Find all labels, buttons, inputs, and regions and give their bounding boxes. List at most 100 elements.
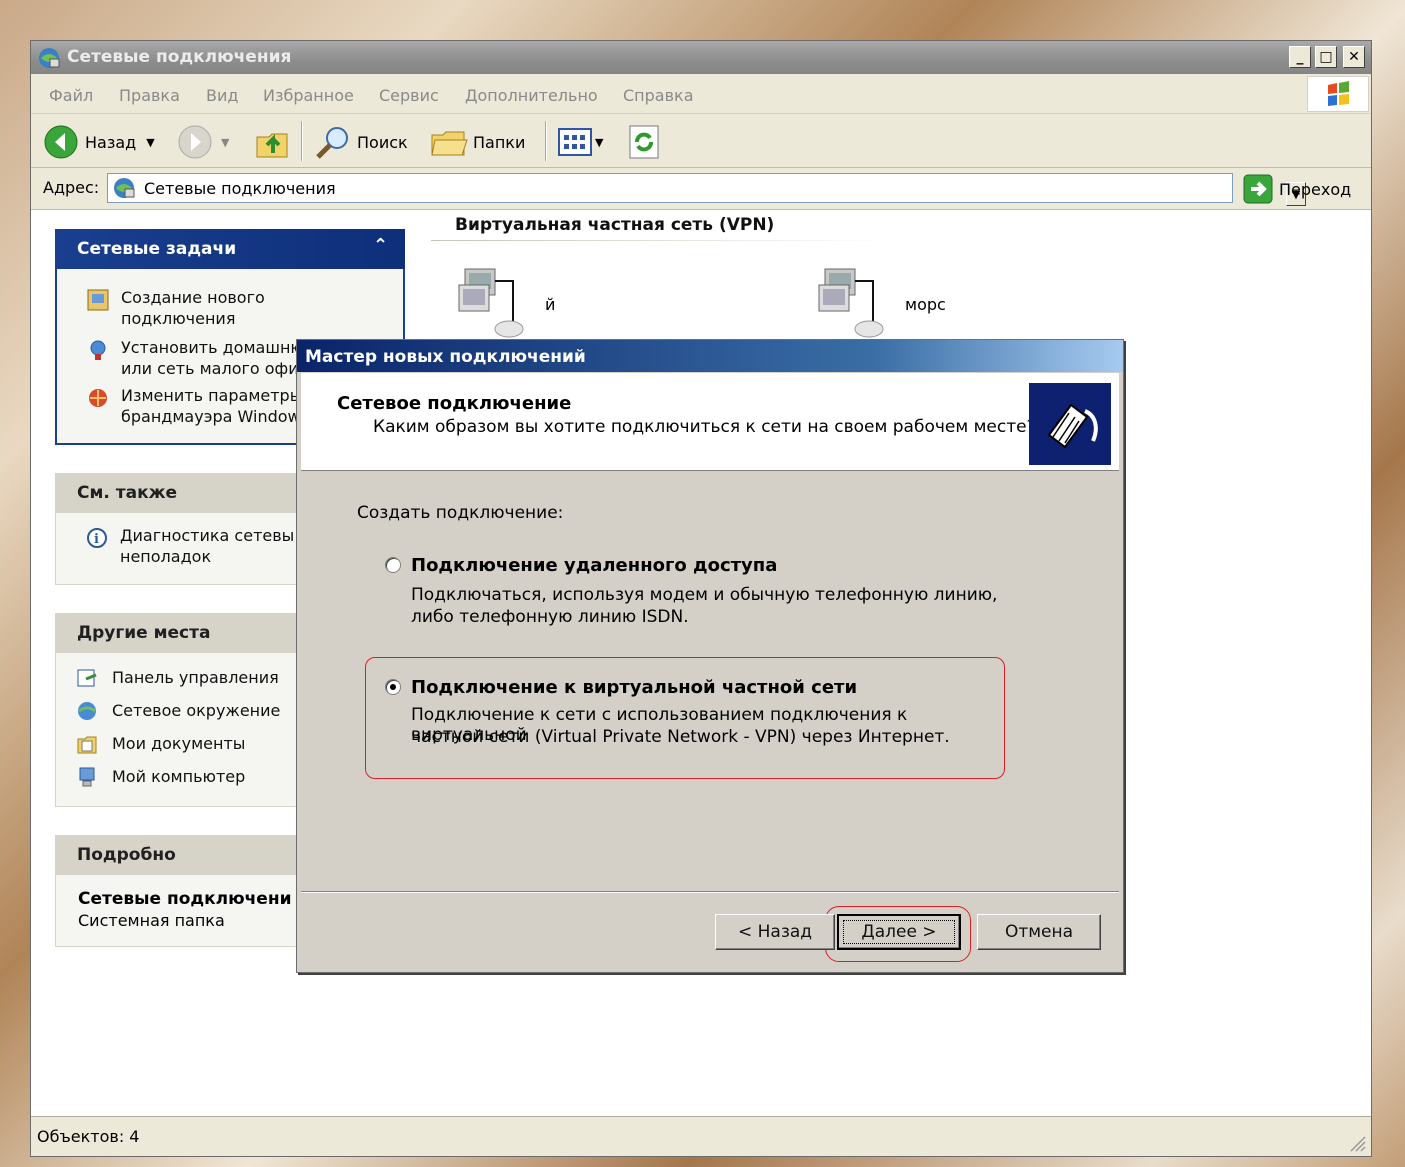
address-value: Сетевые подключения <box>144 179 336 198</box>
task-label: Установить домашню <box>121 338 304 357</box>
wizard-header: Сетевое подключение Каким образом вы хот… <box>301 373 1119 471</box>
maximize-icon: □ <box>1319 49 1333 65</box>
dialup-radio[interactable] <box>385 557 401 573</box>
info-icon: i <box>87 528 107 548</box>
place-network-places[interactable]: Сетевое окружение <box>112 700 280 721</box>
option-vpn[interactable]: Подключение к виртуальной частной сети П… <box>383 677 993 747</box>
home-network-icon <box>90 340 106 360</box>
menu-favorites[interactable]: Избранное <box>263 86 354 105</box>
new-connection-wizard: Мастер новых подключений Сетевое подключ… <box>296 339 1124 973</box>
maximize-button[interactable]: □ <box>1315 46 1337 68</box>
refresh-icon[interactable] <box>627 124 661 160</box>
back-arrow-icon <box>44 125 78 159</box>
option-description: частной сети (Virtual Private Network - … <box>411 727 950 747</box>
wizard-title-bar[interactable]: Мастер новых подключений <box>297 340 1123 372</box>
task-diagnostics[interactable]: Диагностика сетевы неполадок <box>120 525 294 567</box>
cancel-button[interactable]: Отмена <box>977 914 1101 950</box>
create-label: Создать подключение: <box>357 503 564 523</box>
task-firewall[interactable]: Изменить параметры брандмауэра Window <box>121 385 302 427</box>
network-cable-icon <box>1029 383 1111 465</box>
network-places-icon <box>78 702 96 720</box>
menu-advanced[interactable]: Дополнительно <box>465 86 598 105</box>
wizard-body: Создать подключение: Подключение удаленн… <box>301 471 1119 891</box>
search-label: Поиск <box>357 132 408 152</box>
connection-name: морс <box>905 295 946 314</box>
folders-label: Папки <box>473 132 526 152</box>
network-connections-icon <box>39 48 60 68</box>
go-button[interactable]: Переход <box>1243 173 1351 205</box>
collapse-chevron-icon[interactable]: ⌃ <box>373 235 388 256</box>
network-tasks-header[interactable]: Сетевые задачи ⌃ <box>55 229 405 269</box>
details-name: Сетевые подключени <box>78 889 292 909</box>
views-dropdown-icon: ▼ <box>595 135 604 149</box>
svg-text:i: i <box>94 532 99 547</box>
task-home-network[interactable]: Установить домашню или сеть малого офи <box>121 337 304 379</box>
menu-bar: Файл Правка Вид Избранное Сервис Дополни… <box>31 74 1371 114</box>
menu-file[interactable]: Файл <box>49 86 93 105</box>
group-header: Виртуальная частная сеть (VPN) <box>455 215 775 235</box>
task-label: брандмауэра Window <box>121 407 301 426</box>
place-control-panel[interactable]: Панель управления <box>112 667 279 688</box>
option-dialup[interactable]: Подключение удаленного доступа Подключат… <box>383 555 1063 627</box>
place-my-documents[interactable]: Мои документы <box>112 733 245 754</box>
toolbar: Назад ▼ ▼ Поиск Папки ▼ <box>31 114 1371 168</box>
status-text: Объектов: 4 <box>37 1127 140 1146</box>
folders-button[interactable]: Папки <box>429 123 525 161</box>
task-label: или сеть малого офи <box>121 359 299 378</box>
title-bar[interactable]: Сетевые подключения _ □ ✕ <box>31 41 1371 74</box>
menu-help[interactable]: Справка <box>623 86 694 105</box>
wizard-divider <box>301 891 1119 893</box>
task-label: подключения <box>121 309 236 328</box>
toolbar-separator <box>301 121 303 161</box>
connection-item[interactable]: морс <box>815 263 1035 343</box>
network-connections-icon <box>114 178 135 198</box>
views-icon <box>558 128 592 156</box>
views-button[interactable]: ▼ <box>557 125 613 159</box>
vpn-connection-icon <box>818 268 884 338</box>
firewall-icon <box>89 389 107 407</box>
forward-dropdown-icon[interactable]: ▼ <box>221 136 229 149</box>
windows-flag-icon <box>1328 81 1349 106</box>
address-bar: Адрес: Сетевые подключения ▼ Переход <box>31 168 1371 210</box>
control-panel-icon <box>77 669 97 687</box>
back-button-label: < Назад <box>737 922 813 942</box>
task-label: неполадок <box>120 547 212 566</box>
option-description: Подключаться, используя модем и обычную … <box>411 585 998 605</box>
back-button[interactable]: Назад ▼ <box>43 124 158 160</box>
connection-item[interactable]: й <box>455 263 675 343</box>
minimize-button[interactable]: _ <box>1289 46 1311 68</box>
address-label: Адрес: <box>43 178 100 197</box>
resize-grip-icon[interactable] <box>1347 1133 1367 1153</box>
cancel-button-label: Отмена <box>1004 922 1074 942</box>
my-computer-icon <box>79 767 95 787</box>
new-connection-icon <box>87 289 109 311</box>
address-input[interactable]: Сетевые подключения ▼ <box>107 173 1306 206</box>
back-dropdown-icon[interactable]: ▼ <box>146 136 154 149</box>
network-tasks-title: Сетевые задачи <box>77 239 237 259</box>
task-label: Создание нового <box>121 288 265 307</box>
close-button[interactable]: ✕ <box>1343 46 1365 68</box>
back-label: Назад <box>85 132 137 152</box>
wizard-subheading: Каким образом вы хотите подключиться к с… <box>373 417 1036 437</box>
vpn-radio[interactable] <box>385 679 401 695</box>
place-my-computer[interactable]: Мой компьютер <box>112 766 245 787</box>
back-button[interactable]: < Назад <box>715 914 835 950</box>
menu-view[interactable]: Вид <box>206 86 238 105</box>
task-new-connection[interactable]: Создание нового подключения <box>121 287 265 329</box>
details-type: Системная папка <box>78 911 225 930</box>
status-bar: Объектов: 4 <box>31 1116 1371 1156</box>
up-folder-icon[interactable] <box>253 123 291 161</box>
details-title: Подробно <box>77 845 176 865</box>
window-title: Сетевые подключения <box>67 47 292 67</box>
task-label: Диагностика сетевы <box>120 526 295 545</box>
forward-button[interactable]: ▼ <box>177 124 237 160</box>
search-icon <box>316 127 348 159</box>
toolbar-separator <box>545 121 547 161</box>
menu-tools[interactable]: Сервис <box>379 86 439 105</box>
next-button-label: Далее > <box>861 922 937 942</box>
forward-arrow-icon <box>178 125 212 159</box>
next-button[interactable]: Далее > <box>837 914 961 950</box>
task-label: Изменить параметры <box>121 386 303 405</box>
search-button[interactable]: Поиск <box>313 123 408 161</box>
menu-edit[interactable]: Правка <box>119 86 180 105</box>
